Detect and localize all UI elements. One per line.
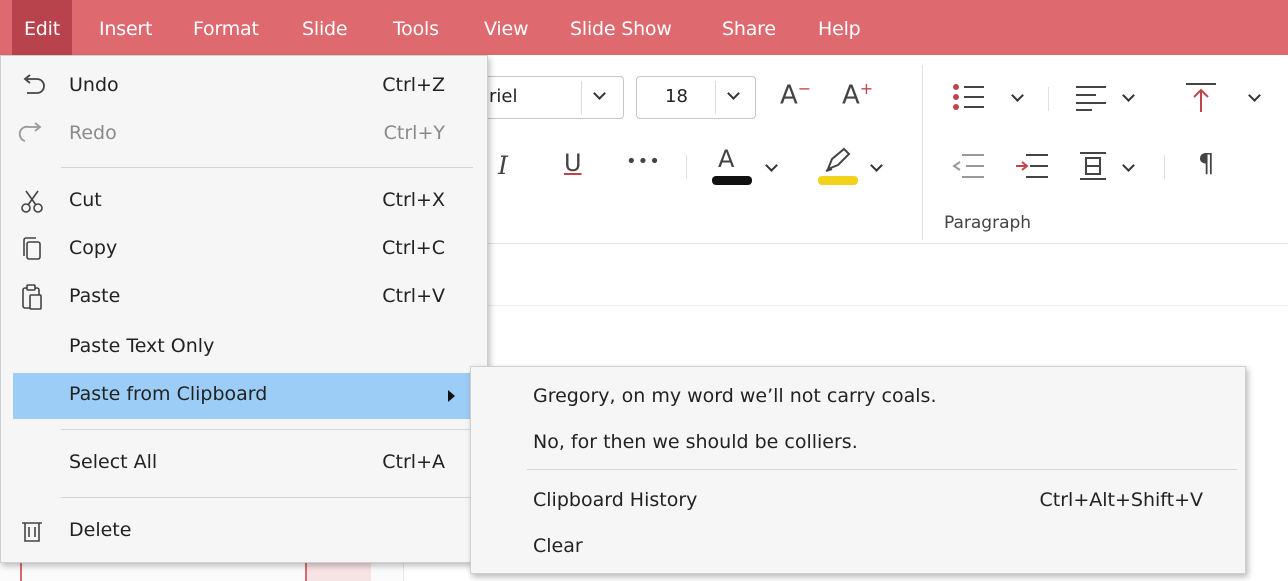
submenu-arrow-icon: [448, 390, 455, 402]
select-all-shortcut: Ctrl+A: [382, 451, 445, 473]
italic-icon[interactable]: I: [498, 151, 508, 180]
paste-label: Paste: [69, 285, 121, 307]
menu-item-paste-from-clipboard[interactable]: Paste from Clipboard: [13, 373, 471, 419]
menu-item-clear[interactable]: Clear: [471, 527, 1245, 567]
chevron-down-icon[interactable]: [765, 159, 778, 172]
trash-icon: [22, 522, 42, 542]
font-size-dropdown[interactable]: 18: [636, 76, 756, 119]
copy-label: Copy: [69, 237, 118, 259]
cut-shortcut: Ctrl+X: [382, 189, 445, 211]
redo-shortcut: Ctrl+Y: [383, 122, 445, 144]
font-color-button[interactable]: A: [712, 145, 752, 189]
menu-item-paste[interactable]: Paste Ctrl+V: [1, 275, 487, 321]
menu-slide-show[interactable]: Slide Show: [570, 0, 672, 55]
clipboard-history-shortcut: Ctrl+Alt+Shift+V: [1039, 489, 1203, 511]
delete-label: Delete: [69, 519, 132, 541]
more-options-icon[interactable]: •••: [626, 151, 661, 172]
menu-separator: [61, 429, 473, 430]
ruler-divider: [404, 305, 1288, 306]
highlighter-icon: [825, 147, 851, 172]
paste-text-only-label: Paste Text Only: [69, 335, 215, 357]
clipboard-history-label: Clipboard History: [533, 489, 698, 511]
menu-item-cut[interactable]: Cut Ctrl+X: [1, 179, 487, 225]
menu-slide[interactable]: Slide: [302, 0, 348, 55]
increase-indent-icon[interactable]: [1016, 153, 1048, 179]
chevron-down-icon: [593, 87, 606, 100]
clipboard-entry[interactable]: No, for then we should be colliers.: [471, 423, 1245, 463]
menu-edit[interactable]: Edit: [12, 0, 72, 55]
chevron-down-icon[interactable]: [1248, 89, 1261, 102]
menu-tools[interactable]: Tools: [393, 0, 439, 55]
chevron-down-icon: [727, 87, 740, 100]
paste-icon: [22, 284, 42, 310]
chevron-down-icon[interactable]: [1122, 89, 1135, 102]
font-size-value: 18: [665, 86, 688, 107]
font-color-icon: A: [718, 145, 735, 173]
menu-insert[interactable]: Insert: [99, 0, 152, 55]
menu-item-delete[interactable]: Delete: [1, 509, 487, 555]
menu-format[interactable]: Format: [193, 0, 259, 55]
underline-icon[interactable]: U: [564, 149, 582, 177]
clipboard-entry[interactable]: Gregory, on my word we’ll not carry coal…: [471, 377, 1245, 417]
menu-item-select-all[interactable]: Select All Ctrl+A: [1, 441, 487, 487]
select-all-label: Select All: [69, 451, 158, 473]
chevron-down-icon[interactable]: [870, 159, 883, 172]
chevron-down-icon[interactable]: [1011, 89, 1024, 102]
copy-icon: [23, 237, 41, 260]
menu-share[interactable]: Share: [722, 0, 776, 55]
copy-shortcut: Ctrl+C: [382, 237, 445, 259]
menu-separator: [61, 497, 473, 498]
increase-font-size-icon[interactable]: A+: [842, 79, 873, 111]
paste-from-clipboard-label: Paste from Clipboard: [69, 383, 268, 405]
menu-separator: [527, 469, 1237, 470]
clipboard-entry-text: No, for then we should be colliers.: [533, 431, 858, 453]
bulleted-list-icon[interactable]: [952, 83, 984, 111]
menu-item-redo[interactable]: Redo Ctrl+Y: [1, 112, 487, 158]
line-spacing-icon[interactable]: [1078, 151, 1108, 181]
align-left-icon[interactable]: [1076, 85, 1106, 111]
redo-label: Redo: [69, 122, 117, 144]
menu-item-copy[interactable]: Copy Ctrl+C: [1, 227, 487, 273]
pilcrow-icon[interactable]: ¶: [1198, 149, 1215, 179]
menu-item-clipboard-history[interactable]: Clipboard History Ctrl+Alt+Shift+V: [471, 481, 1245, 521]
scissors-icon: [21, 190, 43, 213]
undo-label: Undo: [69, 74, 119, 96]
decrease-indent-icon[interactable]: [952, 153, 984, 179]
chevron-down-icon[interactable]: [1122, 159, 1135, 172]
paragraph-group-label: Paragraph: [944, 213, 1032, 233]
font-name-value: riel: [489, 86, 518, 107]
menu-separator: [61, 167, 473, 168]
menu-bar: Edit Insert Format Slide Tools View Slid…: [0, 0, 1288, 55]
menu-help[interactable]: Help: [818, 0, 861, 55]
highlight-color-button[interactable]: [818, 145, 858, 189]
menu-item-paste-text-only[interactable]: Paste Text Only: [1, 325, 487, 371]
decrease-font-size-icon[interactable]: A−: [780, 79, 811, 111]
paste-shortcut: Ctrl+V: [382, 285, 445, 307]
menu-view[interactable]: View: [484, 0, 528, 55]
menu-item-undo[interactable]: Undo Ctrl+Z: [1, 64, 487, 110]
undo-icon: [23, 74, 45, 94]
clear-label: Clear: [533, 535, 583, 557]
edit-menu: Undo Ctrl+Z Redo Ctrl+Y Cut Ctrl+X Copy …: [0, 55, 488, 563]
clipboard-submenu: Gregory, on my word we’ll not carry coal…: [470, 366, 1246, 574]
undo-shortcut: Ctrl+Z: [382, 74, 445, 96]
cut-label: Cut: [69, 189, 102, 211]
clipboard-entry-text: Gregory, on my word we’ll not carry coal…: [533, 385, 937, 407]
redo-icon: [18, 122, 42, 142]
align-top-icon[interactable]: [1186, 82, 1216, 112]
